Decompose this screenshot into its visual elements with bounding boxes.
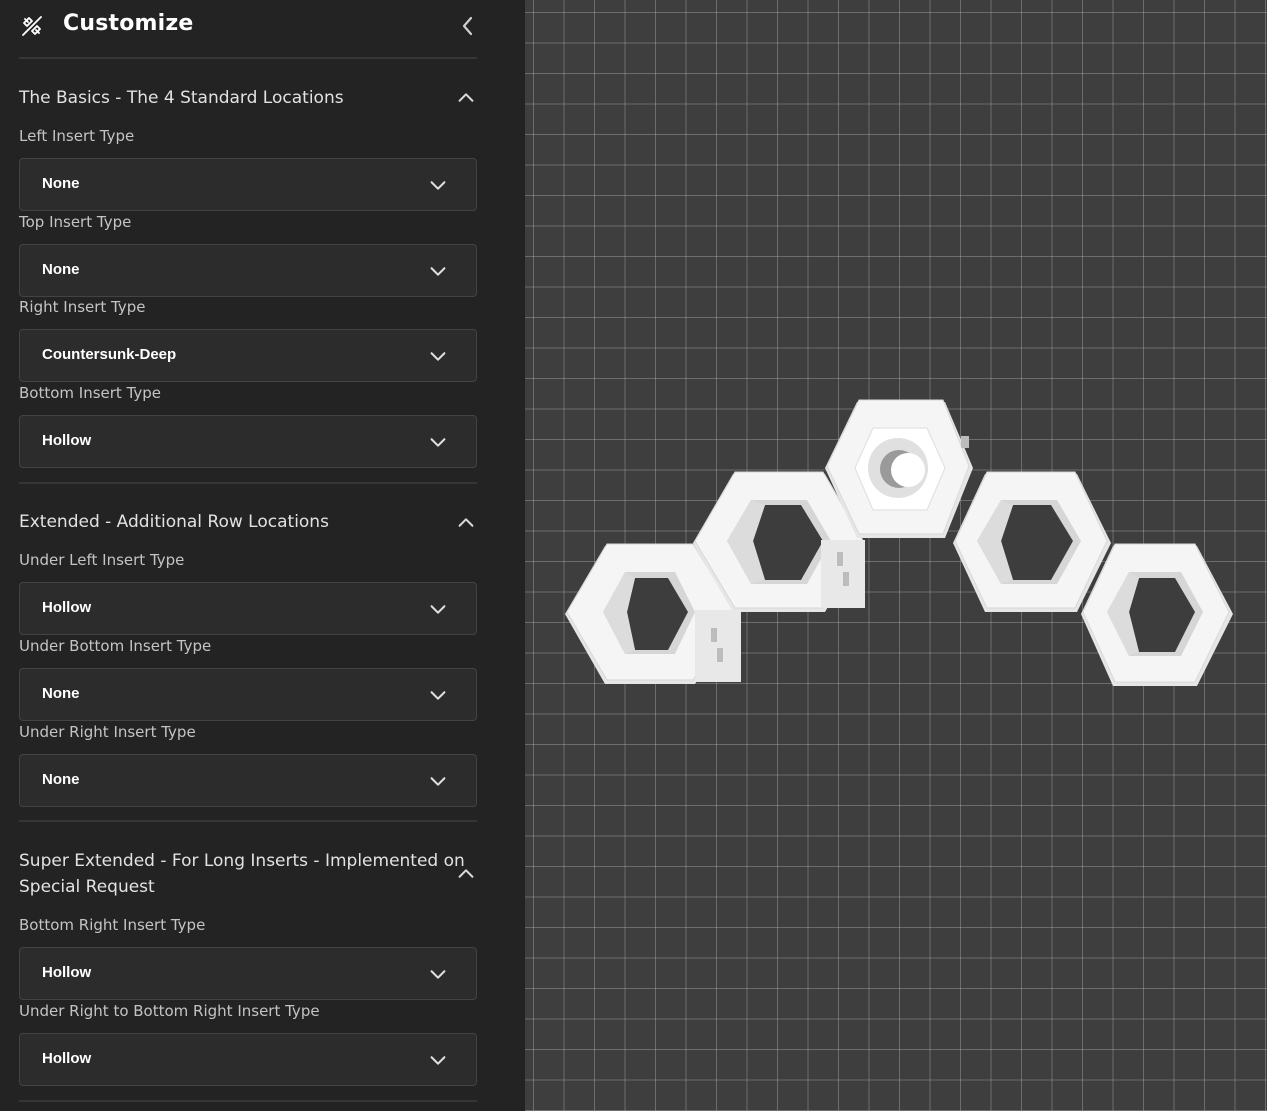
hex-cell bbox=[1081, 543, 1233, 686]
left-insert-type-select[interactable]: None bbox=[19, 158, 477, 211]
field-label: Top Insert Type bbox=[19, 213, 132, 231]
chevron-down-icon bbox=[430, 605, 446, 614]
select-value: Hollow bbox=[42, 1050, 92, 1067]
select-value: Hollow bbox=[42, 599, 92, 616]
sidebar-header: Customize bbox=[0, 0, 525, 58]
collapse-sidebar-icon[interactable] bbox=[456, 14, 480, 38]
customize-sidebar: Customize The Basics - The 4 Standard Lo… bbox=[0, 0, 525, 1111]
field-label: Left Insert Type bbox=[19, 127, 135, 145]
field-label: Right Insert Type bbox=[19, 298, 146, 316]
field-label: Bottom Right Insert Type bbox=[19, 916, 206, 934]
page-title: Customize bbox=[63, 11, 194, 36]
under-left-insert-type-select[interactable]: Hollow bbox=[19, 582, 477, 635]
under-right-to-bottom-right-insert-type-select[interactable]: Hollow bbox=[19, 1033, 477, 1086]
divider bbox=[19, 57, 477, 59]
chevron-down-icon bbox=[430, 1056, 446, 1065]
chevron-up-icon[interactable] bbox=[455, 512, 477, 534]
under-bottom-insert-type-select[interactable]: None bbox=[19, 668, 477, 721]
select-value: None bbox=[42, 261, 80, 278]
divider bbox=[19, 820, 477, 822]
chevron-down-icon bbox=[430, 970, 446, 979]
bottom-insert-type-select[interactable]: Hollow bbox=[19, 415, 477, 468]
chevron-down-icon bbox=[430, 267, 446, 276]
select-value: None bbox=[42, 685, 80, 702]
chevron-down-icon bbox=[430, 777, 446, 786]
chevron-down-icon bbox=[430, 691, 446, 700]
field-label: Under Right Insert Type bbox=[19, 723, 196, 741]
section-title-super-extended-line1: Super Extended - For Long Inserts - Impl… bbox=[19, 851, 465, 871]
chevron-up-icon[interactable] bbox=[455, 87, 477, 109]
chevron-down-icon bbox=[430, 181, 446, 190]
field-label: Under Left Insert Type bbox=[19, 551, 185, 569]
chevron-up-icon[interactable] bbox=[455, 863, 477, 885]
select-value: None bbox=[42, 175, 80, 192]
divider bbox=[19, 482, 477, 484]
bottom-right-insert-type-select[interactable]: Hollow bbox=[19, 947, 477, 1000]
select-value: Hollow bbox=[42, 432, 92, 449]
select-value: Countersunk-Deep bbox=[42, 346, 177, 363]
field-label: Bottom Insert Type bbox=[19, 384, 162, 402]
section-title-extended: Extended - Additional Row Locations bbox=[19, 512, 329, 532]
right-insert-type-select[interactable]: Countersunk-Deep bbox=[19, 329, 477, 382]
hex-model-preview bbox=[565, 399, 1233, 686]
field-label: Under Bottom Insert Type bbox=[19, 637, 212, 655]
under-right-insert-type-select[interactable]: None bbox=[19, 754, 477, 807]
select-value: None bbox=[42, 771, 80, 788]
field-label: Under Right to Bottom Right Insert Type bbox=[19, 1002, 320, 1020]
chevron-down-icon bbox=[430, 438, 446, 447]
hex-cell bbox=[953, 471, 1111, 612]
chevron-down-icon bbox=[430, 352, 446, 361]
3d-viewport[interactable] bbox=[525, 0, 1267, 1111]
select-value: Hollow bbox=[42, 964, 92, 981]
section-title-basics: The Basics - The 4 Standard Locations bbox=[19, 88, 344, 108]
section-title-super-extended-line2: Special Request bbox=[19, 877, 155, 897]
paint-brush-icon bbox=[22, 16, 42, 36]
top-insert-type-select[interactable]: None bbox=[19, 244, 477, 297]
divider bbox=[19, 1100, 477, 1102]
